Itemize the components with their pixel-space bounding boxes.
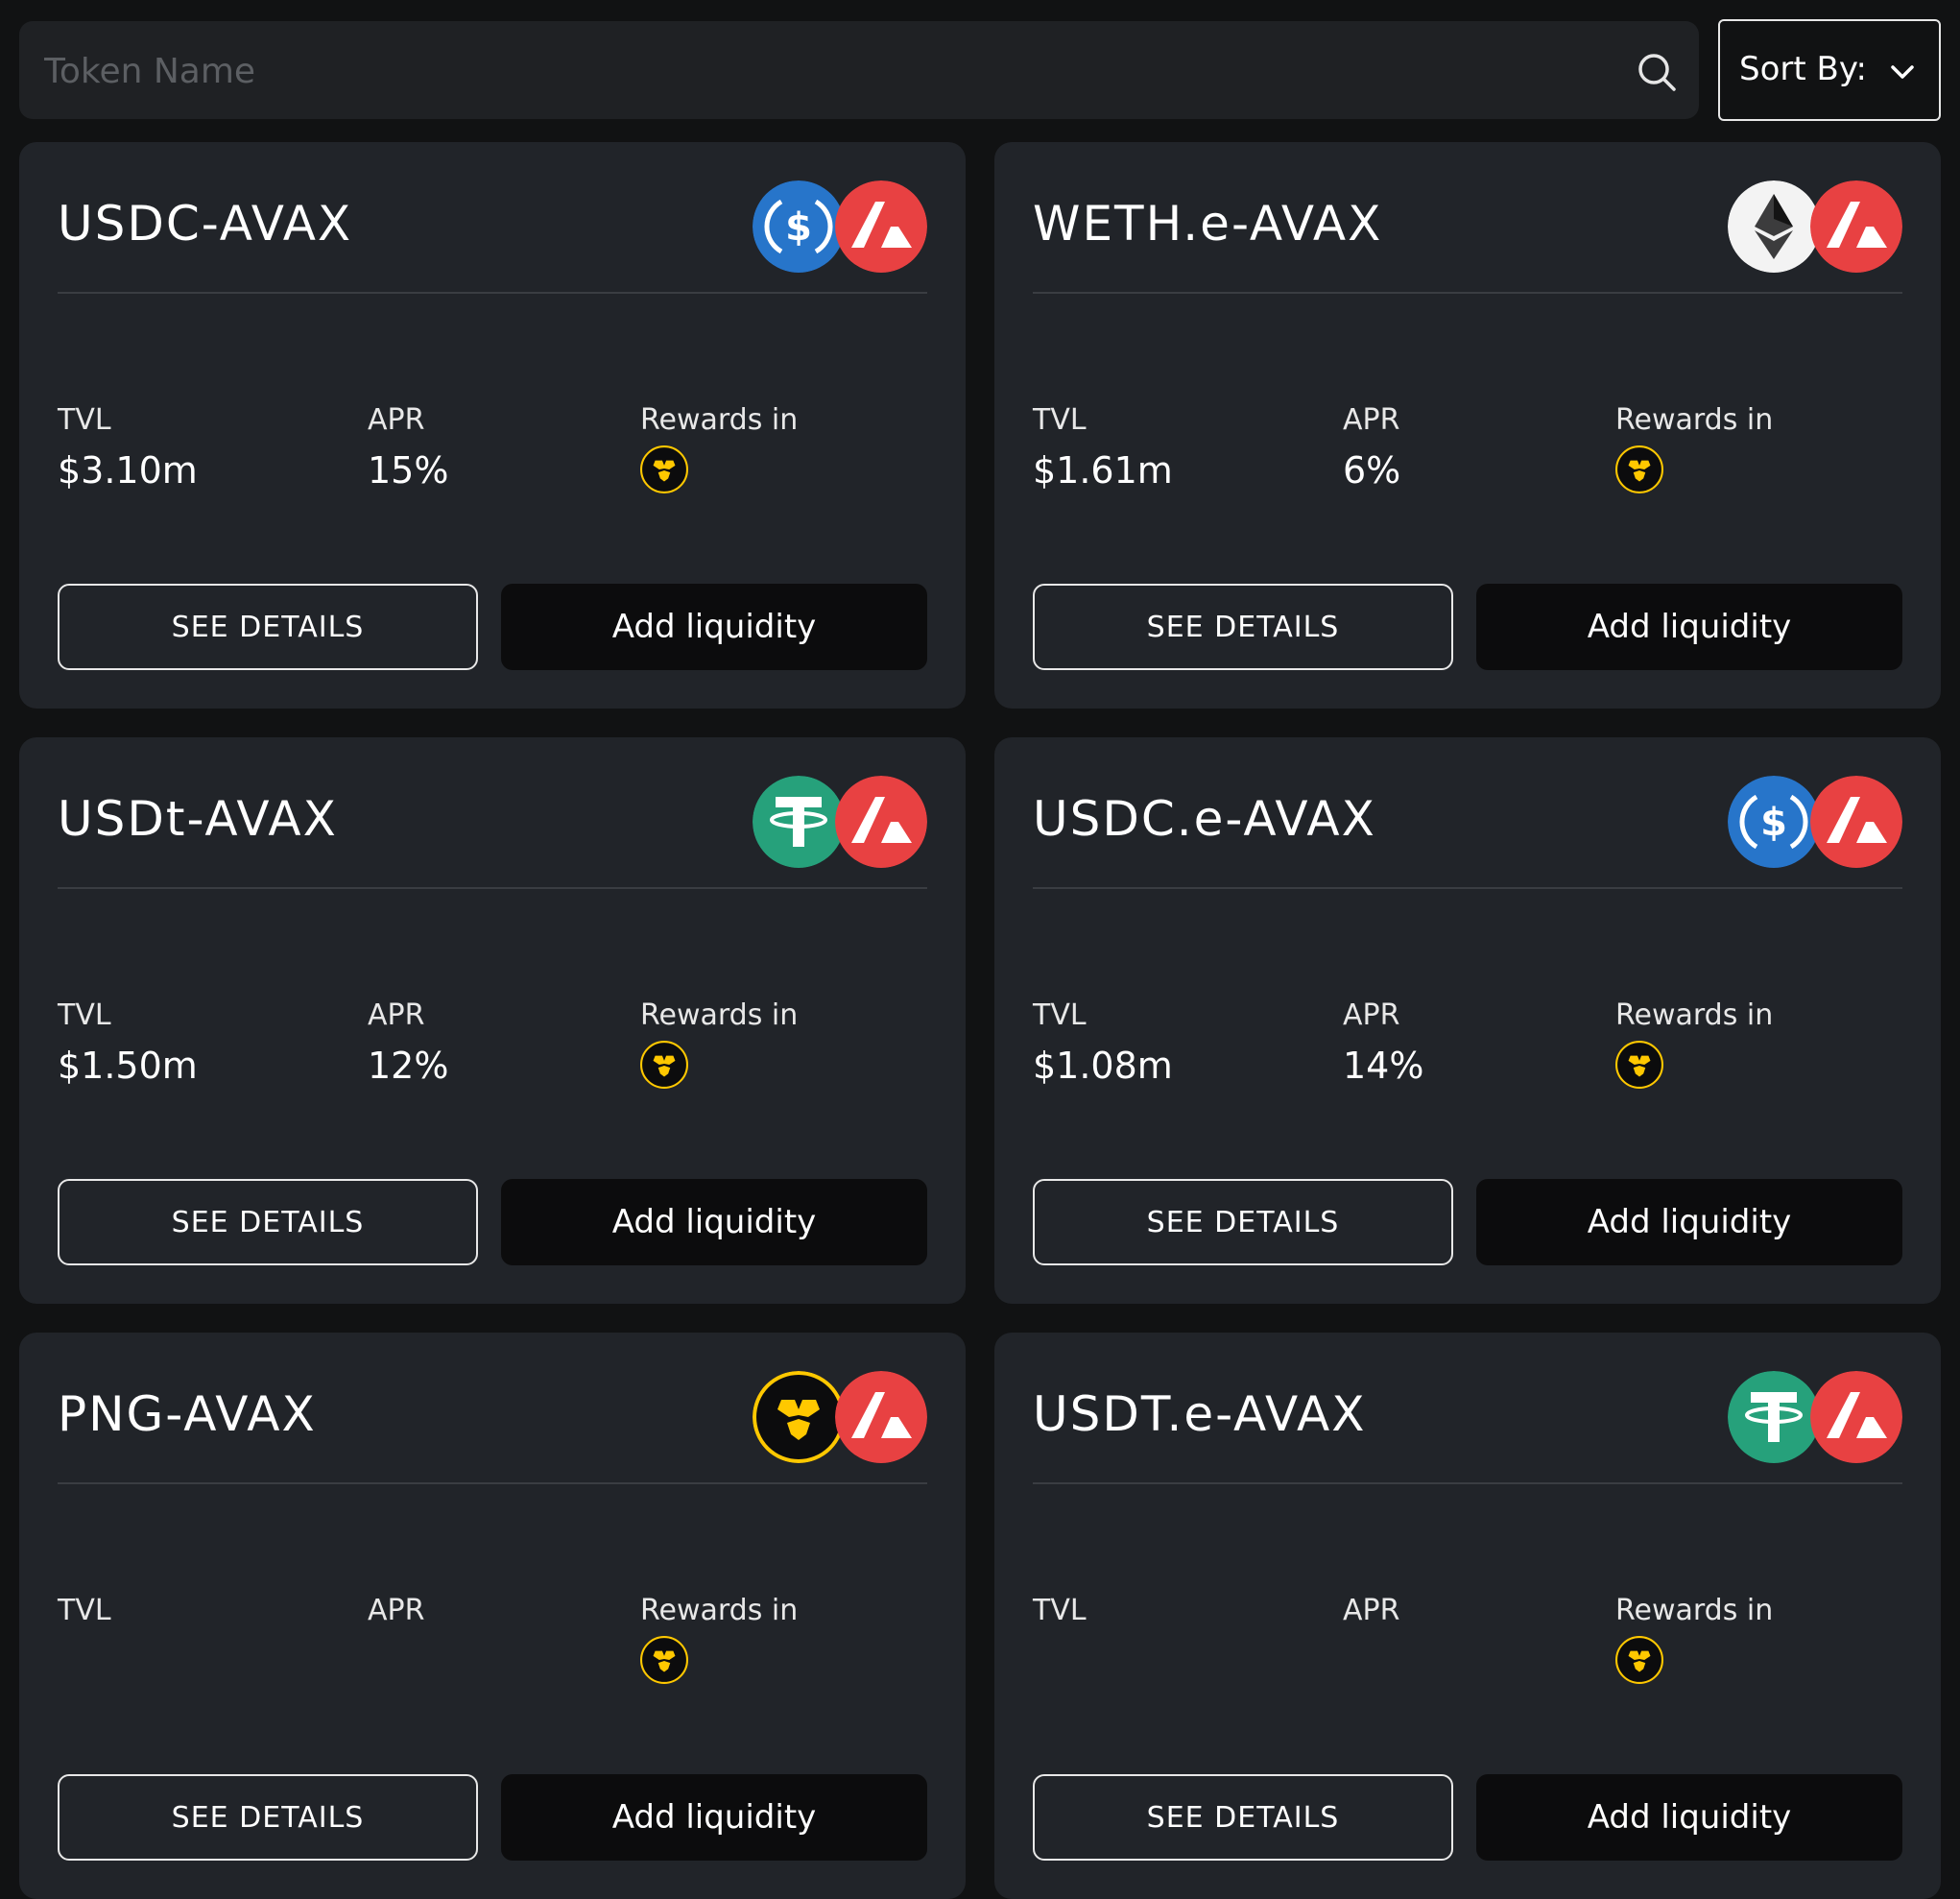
tvl-value: $1.08m <box>1033 1045 1173 1087</box>
divider <box>1033 292 1902 294</box>
pool-title: USDC.e-AVAX <box>1033 791 1376 847</box>
usdt-icon <box>1728 1371 1820 1463</box>
apr-label: APR <box>1343 998 1400 1032</box>
pool-card: PNG-AVAX TVL APR Rewards in SEE DETAILS … <box>19 1333 966 1899</box>
sort-label: Sort By: <box>1739 50 1867 88</box>
apr-label: APR <box>1343 1594 1400 1627</box>
token-pair <box>753 776 927 868</box>
tvl-label: TVL <box>1033 403 1087 437</box>
png-icon <box>753 1371 845 1463</box>
png-icon <box>1615 1041 1663 1089</box>
apr-label: APR <box>368 1594 425 1627</box>
see-details-button[interactable]: SEE DETAILS <box>58 584 478 670</box>
see-details-button[interactable]: SEE DETAILS <box>1033 1179 1453 1265</box>
search-input[interactable] <box>42 21 1620 121</box>
pool-title: USDt-AVAX <box>58 791 338 847</box>
png-icon <box>1615 1636 1663 1684</box>
token-pair <box>1728 1371 1902 1463</box>
pool-card: USDC-AVAX $ TVL APR Rewards in $3.10m 15… <box>19 142 966 709</box>
rewards-label: Rewards in <box>640 403 799 437</box>
tvl-value: $3.10m <box>58 449 198 492</box>
apr-value: 12% <box>368 1045 449 1087</box>
avax-icon <box>1810 776 1902 868</box>
tvl-label: TVL <box>1033 1594 1087 1627</box>
apr-label: APR <box>368 998 425 1032</box>
toolbar: Sort By: <box>19 19 1941 123</box>
token-pair: $ <box>1728 776 1902 868</box>
tvl-label: TVL <box>1033 998 1087 1032</box>
search-icon[interactable] <box>1636 51 1678 93</box>
rewards-label: Rewards in <box>640 1594 799 1627</box>
tvl-label: TVL <box>58 1594 111 1627</box>
divider <box>58 887 927 889</box>
rewards-label: Rewards in <box>1615 998 1774 1032</box>
pool-title: PNG-AVAX <box>58 1386 317 1442</box>
pool-card: WETH.e-AVAX TVL APR Rewards in $1.61m 6%… <box>994 142 1941 709</box>
pool-card: USDC.e-AVAX $ TVL APR Rewards in $1.08m … <box>994 737 1941 1304</box>
see-details-button[interactable]: SEE DETAILS <box>1033 1774 1453 1861</box>
add-liquidity-button[interactable]: Add liquidity <box>1476 1179 1902 1265</box>
apr-label: APR <box>1343 403 1400 437</box>
add-liquidity-button[interactable]: Add liquidity <box>501 1774 927 1861</box>
see-details-button[interactable]: SEE DETAILS <box>58 1179 478 1265</box>
add-liquidity-button[interactable]: Add liquidity <box>1476 584 1902 670</box>
token-pair <box>753 1371 927 1463</box>
see-details-button[interactable]: SEE DETAILS <box>1033 584 1453 670</box>
rewards-label: Rewards in <box>640 998 799 1032</box>
token-pair <box>1728 180 1902 273</box>
pool-title: USDC-AVAX <box>58 196 353 252</box>
svg-text:$: $ <box>785 205 812 250</box>
add-liquidity-button[interactable]: Add liquidity <box>1476 1774 1902 1861</box>
divider <box>58 1482 927 1484</box>
add-liquidity-button[interactable]: Add liquidity <box>501 1179 927 1265</box>
token-pair: $ <box>753 180 927 273</box>
avax-icon <box>835 1371 927 1463</box>
usdc-icon: $ <box>753 180 845 273</box>
see-details-button[interactable]: SEE DETAILS <box>58 1774 478 1861</box>
png-icon <box>640 1636 688 1684</box>
pool-title: WETH.e-AVAX <box>1033 196 1383 252</box>
tvl-value: $1.61m <box>1033 449 1173 492</box>
rewards-label: Rewards in <box>1615 403 1774 437</box>
pool-title: USDT.e-AVAX <box>1033 1386 1367 1442</box>
svg-text:$: $ <box>1760 801 1787 845</box>
apr-value: 14% <box>1343 1045 1424 1087</box>
chevron-down-icon <box>1891 65 1914 79</box>
avax-icon <box>1810 180 1902 273</box>
tvl-value: $1.50m <box>58 1045 198 1087</box>
divider <box>58 292 927 294</box>
rewards-label: Rewards in <box>1615 1594 1774 1627</box>
add-liquidity-button[interactable]: Add liquidity <box>501 584 927 670</box>
eth-icon <box>1728 180 1820 273</box>
png-icon <box>640 445 688 493</box>
usdt-icon <box>753 776 845 868</box>
pool-card: USDt-AVAX TVL APR Rewards in $1.50m 12% … <box>19 737 966 1304</box>
pool-card: USDT.e-AVAX TVL APR Rewards in SEE DETAI… <box>994 1333 1941 1899</box>
apr-value: 6% <box>1343 449 1401 492</box>
search-box <box>19 21 1699 121</box>
apr-value: 15% <box>368 449 449 492</box>
avax-icon <box>1810 1371 1902 1463</box>
divider <box>1033 1482 1902 1484</box>
sort-dropdown[interactable]: Sort By: <box>1718 19 1941 121</box>
avax-icon <box>835 776 927 868</box>
apr-label: APR <box>368 403 425 437</box>
divider <box>1033 887 1902 889</box>
usdc-icon: $ <box>1728 776 1820 868</box>
tvl-label: TVL <box>58 403 111 437</box>
png-icon <box>640 1041 688 1089</box>
avax-icon <box>835 180 927 273</box>
tvl-label: TVL <box>58 998 111 1032</box>
png-icon <box>1615 445 1663 493</box>
